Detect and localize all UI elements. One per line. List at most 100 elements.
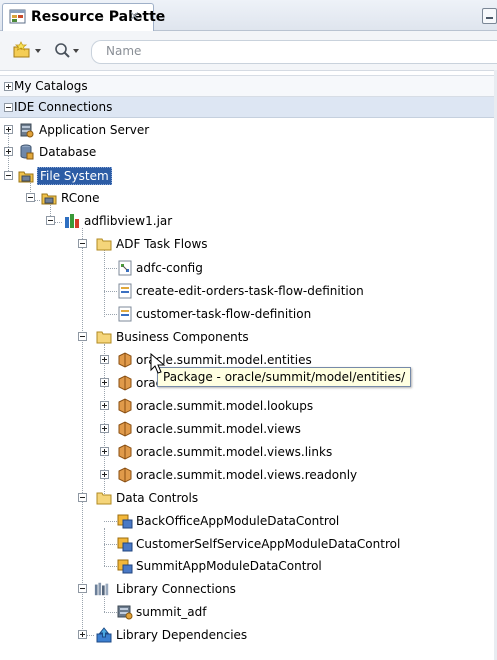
tree-label: customer-task-flow-definition	[136, 307, 312, 321]
package-icon	[118, 421, 132, 437]
tree-label: CustomerSelfServiceAppModuleDataControl	[136, 537, 401, 551]
tree-node-package[interactable]: oracle.summit.model.views.readonly	[0, 464, 497, 486]
tooltip: Package - oracle/summit/model/entities/	[157, 367, 412, 387]
jar-icon	[65, 214, 79, 228]
new-catalog-button[interactable]	[12, 41, 44, 61]
tree-label: RCone	[61, 191, 100, 205]
expand-icon[interactable]	[100, 447, 109, 456]
tree-node-task-flow[interactable]: create-edit-orders-task-flow-definition	[0, 280, 497, 302]
tree-label: adflibview1.jar	[84, 214, 173, 228]
collapse-icon[interactable]	[4, 103, 13, 112]
tree-node-package[interactable]: oracle.summit.model.lookups	[0, 395, 497, 417]
ide-connections-label: IDE Connections	[14, 100, 113, 114]
tree-label: Data Controls	[116, 491, 199, 505]
tree-label: Application Server	[39, 123, 150, 137]
collapse-icon[interactable]	[4, 171, 13, 180]
tree-label: adfc-config	[136, 261, 203, 275]
package-icon	[118, 375, 132, 391]
tree-node-data-controls[interactable]: Data Controls	[0, 487, 497, 509]
tree-node-task-flow[interactable]: adfc-config	[0, 257, 497, 279]
my-catalogs-header[interactable]: My Catalogs	[0, 75, 497, 97]
expand-icon[interactable]	[100, 470, 109, 479]
panel-tab-bar: Resource Palette ×	[0, 0, 497, 31]
collapse-icon[interactable]	[26, 193, 35, 202]
library-icon	[94, 582, 109, 596]
tree-node-file-system[interactable]: File System	[0, 165, 497, 187]
dependency-icon	[96, 627, 112, 643]
tree-node-task-flow[interactable]: customer-task-flow-definition	[0, 303, 497, 325]
tree-label: oracle.summit.model.lookups	[136, 399, 314, 413]
package-icon	[118, 352, 132, 368]
package-icon	[118, 467, 132, 483]
toolbar: Name	[0, 31, 497, 71]
tree-label: oracle.summit.model.views.readonly	[136, 468, 358, 482]
new-catalog-icon	[13, 41, 30, 58]
resource-palette-tab[interactable]: Resource Palette ×	[2, 3, 165, 31]
database-icon	[20, 144, 34, 160]
tree-node-rcone[interactable]: RCone	[0, 187, 497, 209]
close-icon[interactable]: ×	[129, 9, 140, 24]
tree-node-jar[interactable]: adflibview1.jar	[0, 210, 497, 232]
tree-node-application-server[interactable]: Application Server	[0, 119, 497, 141]
file-system-icon	[18, 171, 34, 183]
tree-node-package[interactable]: oracle.summit.model.views.links	[0, 441, 497, 463]
expand-icon[interactable]	[100, 401, 109, 410]
folder-icon	[96, 238, 112, 251]
task-flow-icon	[118, 283, 132, 299]
task-flow-icon	[118, 306, 132, 322]
package-icon	[118, 398, 132, 414]
tree-node-data-control[interactable]: SummitAppModuleDataControl	[0, 555, 497, 577]
expand-icon[interactable]	[4, 125, 13, 134]
application-server-icon	[20, 123, 34, 138]
collapse-icon[interactable]	[46, 216, 55, 225]
tree-node-adf-task-flows[interactable]: ADF Task Flows	[0, 233, 497, 255]
tree-label-selected: File System	[37, 167, 112, 185]
tree-label: SummitAppModuleDataControl	[136, 559, 322, 573]
tree-label: Library Dependencies	[116, 628, 248, 642]
collapse-icon[interactable]	[78, 584, 87, 593]
collapse-icon[interactable]	[78, 332, 87, 341]
tree-label: Database	[39, 145, 97, 159]
search-options-button[interactable]	[54, 41, 86, 61]
tree-label: ADF Task Flows	[116, 237, 208, 251]
expand-icon[interactable]	[4, 147, 13, 156]
collapse-icon[interactable]	[78, 493, 87, 502]
tree-label: summit_adf	[136, 605, 207, 619]
tree-node-library-connections[interactable]: Library Connections	[0, 578, 497, 600]
file-system-icon	[41, 193, 57, 205]
tooltip-text: Package - oracle/summit/model/entities/	[163, 370, 406, 384]
tree-node-data-control[interactable]: CustomerSelfServiceAppModuleDataControl	[0, 533, 497, 555]
chevron-down-icon	[35, 49, 41, 53]
tree-node-library-connection[interactable]: summit_adf	[0, 601, 497, 623]
tree-label: BackOfficeAppModuleDataControl	[136, 514, 340, 528]
tree-node-data-control[interactable]: BackOfficeAppModuleDataControl	[0, 510, 497, 532]
expand-icon[interactable]	[100, 355, 109, 364]
folder-icon	[96, 492, 112, 505]
tree-label: Business Components	[116, 330, 249, 344]
search-input[interactable]: Name	[91, 40, 497, 64]
mouse-pointer-icon	[150, 353, 166, 374]
task-flow-icon	[118, 260, 132, 276]
tree-node-database[interactable]: Database	[0, 141, 497, 163]
expand-icon[interactable]	[100, 378, 109, 387]
search-placeholder: Name	[106, 44, 142, 58]
my-catalogs-label: My Catalogs	[14, 79, 88, 93]
search-icon	[55, 43, 70, 58]
tree-label: Library Connections	[116, 582, 236, 596]
database-icon	[117, 605, 133, 620]
data-control-icon	[117, 514, 133, 529]
expand-icon[interactable]	[4, 82, 13, 91]
expand-icon[interactable]	[100, 424, 109, 433]
tree-label: oracle.summit.model.views.links	[136, 445, 333, 459]
tree-label: oracle.summit.model.views	[136, 422, 301, 436]
folder-icon	[96, 331, 112, 344]
tree-node-business-components[interactable]: Business Components	[0, 326, 497, 348]
resource-palette-icon	[9, 9, 26, 24]
tree-node-library-dependencies[interactable]: Library Dependencies	[0, 624, 497, 646]
tree-node-package[interactable]: oracle.summit.model.views	[0, 418, 497, 440]
minimize-button[interactable]	[482, 8, 497, 24]
expand-icon[interactable]	[78, 630, 87, 639]
collapse-icon[interactable]	[78, 239, 87, 248]
ide-connections-header[interactable]: IDE Connections	[0, 97, 497, 118]
package-icon	[118, 444, 132, 460]
